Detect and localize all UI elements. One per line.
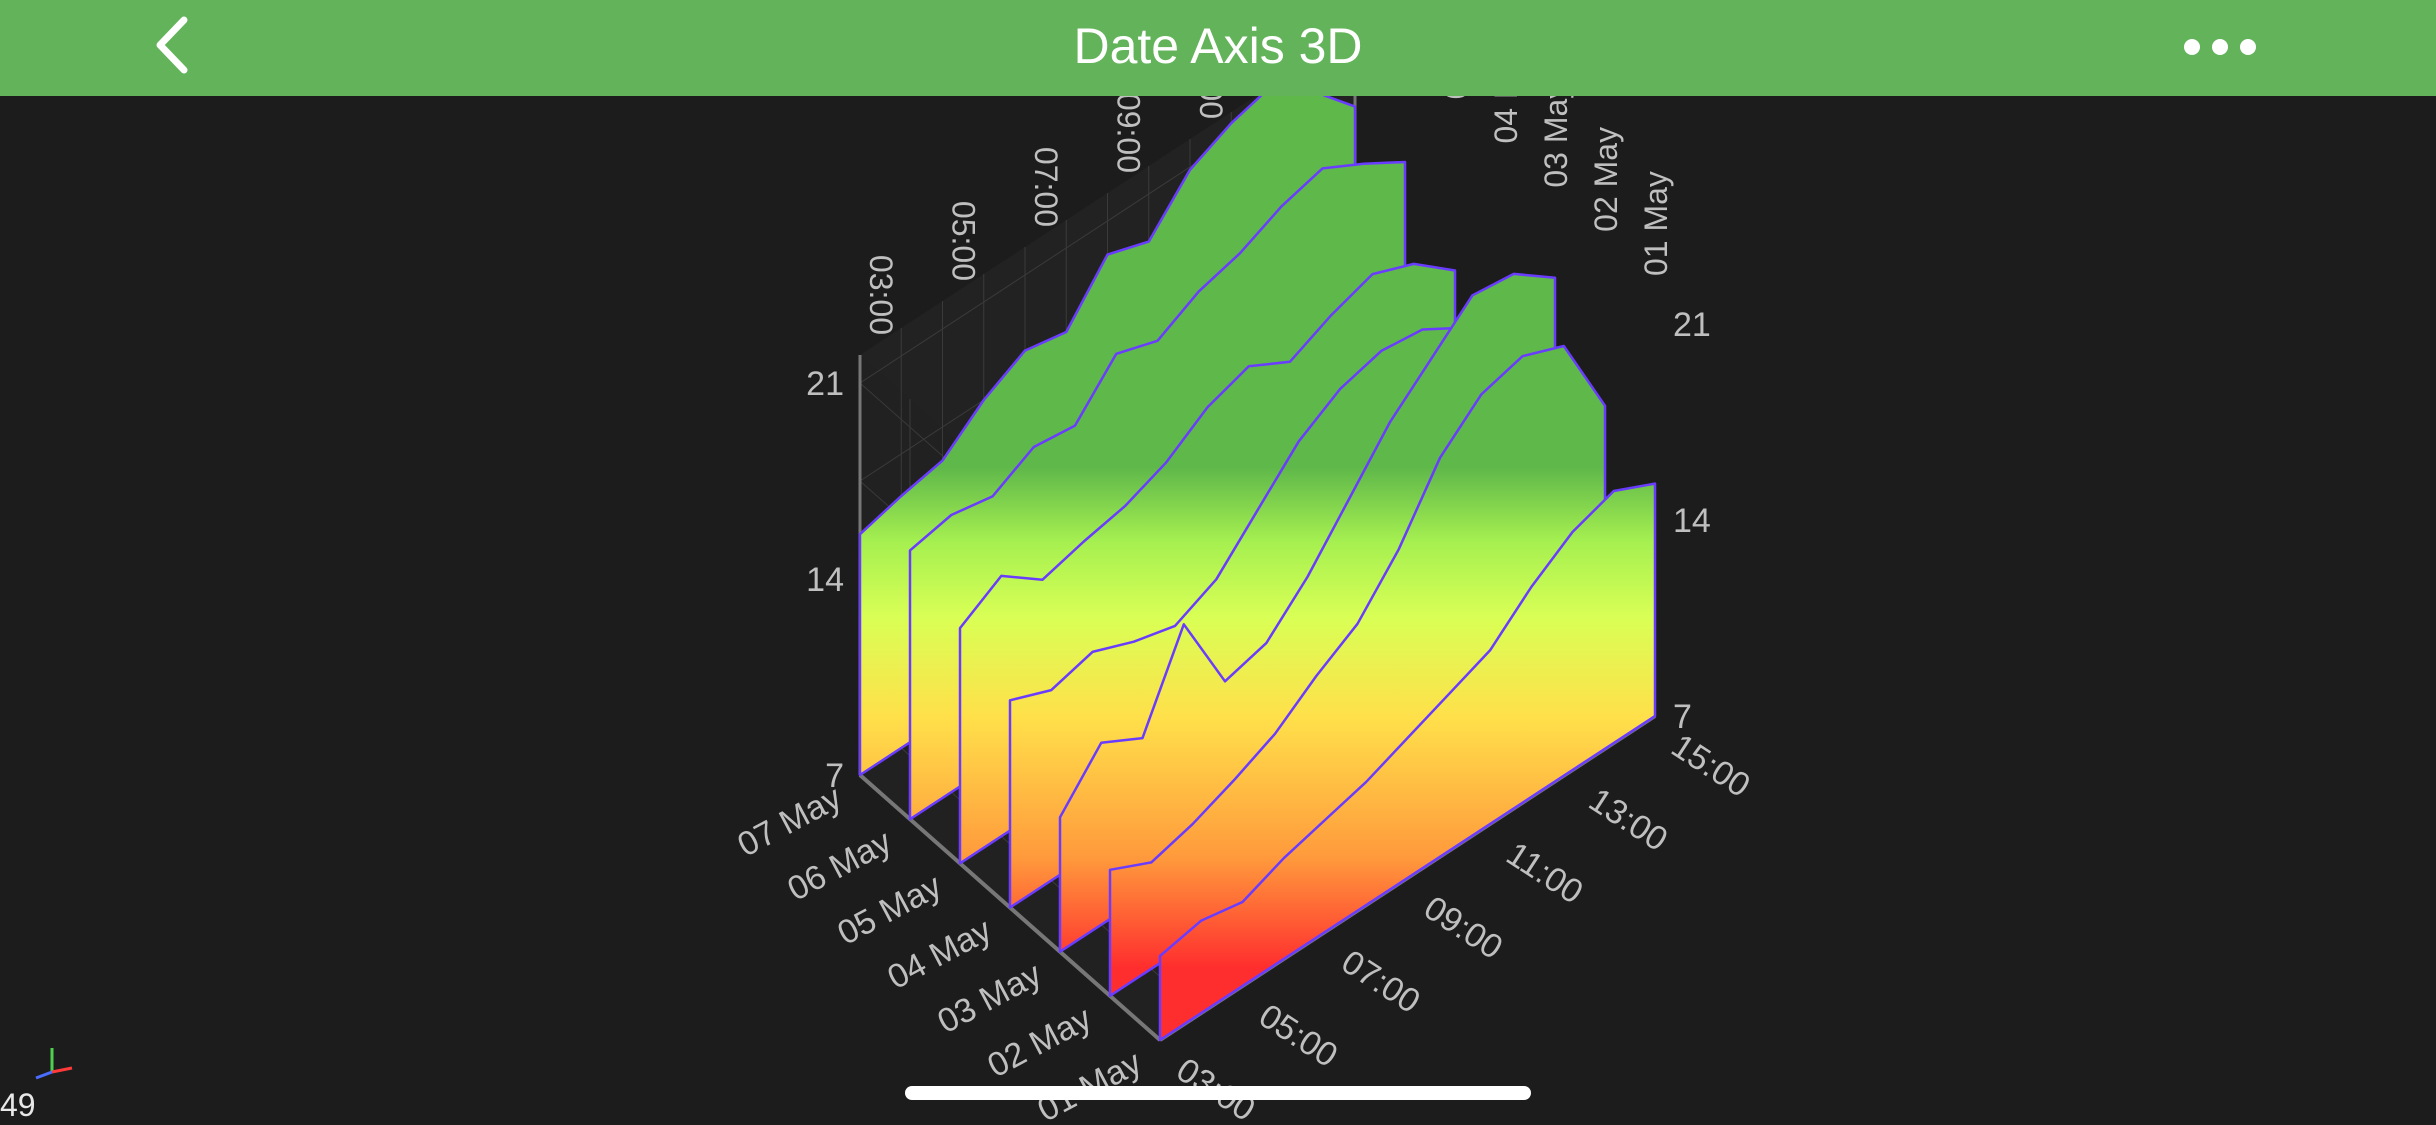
x-tick-label: 05:00 <box>1252 997 1344 1075</box>
app-header: Date Axis 3D <box>0 0 2436 96</box>
more-horizontal-icon <box>2184 39 2256 55</box>
page-title: Date Axis 3D <box>1073 18 1363 74</box>
y-tick-label-left: 7 <box>825 757 844 795</box>
x-tick-label: 13:00 <box>1582 781 1674 859</box>
more-options-button[interactable] <box>2170 22 2270 72</box>
fps-counter: 49 <box>0 1087 36 1123</box>
z-tick-label-top: 04 May <box>1488 96 1524 144</box>
x-tick-label: 11:00 <box>1500 835 1590 912</box>
x-tick-label-top: 03:00 <box>863 255 899 335</box>
y-tick-label-right: 21 <box>1673 306 1711 344</box>
x-tick-label: 07:00 <box>1335 943 1427 1021</box>
x-tick-label: 09:00 <box>1417 889 1509 967</box>
x-tick-label-top: 05:00 <box>946 201 982 281</box>
z-tick-label-top: 05 May <box>1438 96 1474 99</box>
x-tick-label: 15:00 <box>1665 727 1757 805</box>
x-tick-label-top: 11:00 <box>1193 96 1229 119</box>
home-indicator[interactable] <box>905 1086 1531 1100</box>
z-tick-label-top: 03 May <box>1538 96 1574 188</box>
x-tick-label-top: 07:00 <box>1028 147 1064 227</box>
y-tick-label-right: 7 <box>1673 698 1692 736</box>
surface-chart-3d[interactable]: 03:0005:0007:0009:0011:0013:0015:0001 Ma… <box>0 96 2436 1125</box>
z-tick-label-top: 01 May <box>1638 171 1674 276</box>
axis-orientation-gizmo <box>35 1048 73 1080</box>
z-tick-label-top: 02 May <box>1588 127 1624 232</box>
y-tick-label-left: 21 <box>806 365 844 403</box>
y-tick-label-left: 14 <box>806 561 844 599</box>
y-tick-label-right: 14 <box>1673 502 1711 540</box>
x-tick-label-top: 09:00 <box>1111 96 1147 173</box>
